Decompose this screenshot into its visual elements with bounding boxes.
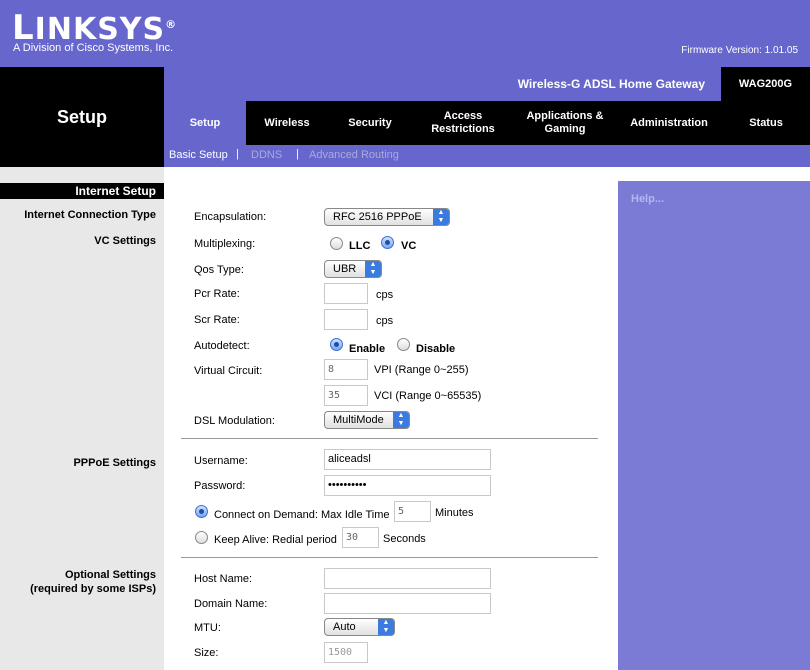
vci-input[interactable]: 35 (324, 385, 368, 406)
section-divider (181, 557, 598, 558)
pcr-rate-label: Pcr Rate: (194, 288, 240, 300)
vc-label: VC (401, 240, 417, 252)
section-divider (181, 438, 598, 439)
scr-cps-unit: cps (376, 315, 394, 327)
autodetect-label: Autodetect: (194, 340, 250, 352)
subtab-ddns[interactable]: DDNS (251, 149, 282, 161)
autodetect-enable-radio[interactable] (330, 338, 343, 351)
optional-settings-label: Optional Settings (64, 569, 156, 581)
linksys-logo: LINKSYS® (12, 8, 178, 48)
subtab-separator: | (236, 148, 239, 160)
dsl-modulation-select[interactable]: MultiMode ▲ ▼ (324, 411, 410, 429)
main-tabs: Setup Wireless Security Access Restricti… (164, 101, 810, 145)
multiplexing-label: Multiplexing: (194, 238, 256, 250)
redial-period-input[interactable]: 30 (342, 527, 379, 548)
disable-label: Disable (416, 343, 456, 355)
left-column: Internet Setup Internet Connection Type … (0, 167, 164, 670)
dsl-modulation-label: DSL Modulation: (194, 415, 275, 427)
internet-connection-type-label: Internet Connection Type (24, 209, 156, 221)
virtual-circuit-label: Virtual Circuit: (194, 365, 263, 377)
help-column: Help... (618, 167, 810, 670)
keep-alive-radio[interactable] (195, 531, 208, 544)
llc-radio[interactable] (330, 237, 343, 250)
connect-on-demand-label: Connect on Demand: Max Idle Time (214, 509, 390, 521)
vci-range-text: VCI (Range 0~65535) (374, 390, 482, 402)
mtu-label: MTU: (194, 622, 221, 634)
scr-rate-input[interactable] (324, 309, 368, 330)
dsl-modulation-value: MultiMode (333, 414, 384, 426)
tab-setup[interactable]: Setup (164, 101, 246, 145)
password-label: Password: (194, 480, 246, 492)
encapsulation-select[interactable]: RFC 2516 PPPoE ▲ ▼ (324, 208, 450, 226)
keep-alive-label: Keep Alive: Redial period (214, 534, 337, 546)
size-label: Size: (194, 647, 219, 659)
select-arrows-icon: ▲ ▼ (393, 412, 409, 428)
tab-access-restrictions-label: Access Restrictions (431, 110, 495, 135)
product-name: Wireless-G ADSL Home Gateway (517, 77, 705, 91)
division-text: A Division of Cisco Systems, Inc. (13, 42, 174, 54)
password-input[interactable]: •••••••••• (324, 475, 491, 496)
encapsulation-label: Encapsulation: (194, 211, 267, 223)
subtab-bar: Basic Setup | DDNS | Advanced Routing (164, 145, 810, 167)
username-label: Username: (194, 455, 248, 467)
header-band: LINKSYS® A Division of Cisco Systems, In… (0, 0, 810, 67)
host-name-label: Host Name: (194, 573, 253, 585)
qos-type-label: Qos Type: (194, 264, 244, 276)
vpi-input[interactable]: 8 (324, 359, 368, 380)
pppoe-settings-label: PPPoE Settings (73, 457, 156, 469)
internet-setup-heading: Internet Setup (0, 183, 164, 199)
vpi-range-text: VPI (Range 0~255) (374, 364, 469, 376)
autodetect-disable-radio[interactable] (397, 338, 410, 351)
select-arrows-icon: ▲ ▼ (365, 261, 381, 277)
qos-type-select[interactable]: UBR ▲ ▼ (324, 260, 382, 278)
domain-name-label: Domain Name: (194, 598, 268, 610)
select-arrows-icon: ▲ ▼ (433, 209, 449, 225)
minutes-unit: Minutes (435, 507, 474, 519)
scr-rate-label: Scr Rate: (194, 314, 240, 326)
tab-administration[interactable]: Administration (616, 101, 722, 145)
tab-applications-gaming[interactable]: Applications & Gaming (514, 101, 616, 145)
pcr-rate-input[interactable] (324, 283, 368, 304)
host-name-input[interactable] (324, 568, 491, 589)
enable-label: Enable (349, 343, 386, 355)
help-link[interactable]: Help... (631, 193, 664, 205)
vc-radio[interactable] (381, 236, 394, 249)
section-title: Setup (56, 106, 107, 127)
mtu-select[interactable]: Auto ▲ ▼ (324, 618, 395, 636)
mtu-size-input[interactable]: 1500 (324, 642, 368, 663)
firmware-version: Firmware Version: 1.01.05 (681, 45, 798, 56)
help-top-strip (618, 167, 810, 181)
llc-label: LLC (349, 240, 371, 252)
qos-type-value: UBR (333, 263, 357, 275)
domain-name-input[interactable] (324, 593, 491, 614)
pcr-cps-unit: cps (376, 289, 394, 301)
max-idle-time-input[interactable]: 5 (394, 501, 431, 522)
tab-security[interactable]: Security (328, 101, 412, 145)
tab-wireless[interactable]: Wireless (246, 101, 328, 145)
subtab-basic-setup[interactable]: Basic Setup (169, 149, 228, 161)
tab-status[interactable]: Status (722, 101, 810, 145)
seconds-unit: Seconds (383, 533, 426, 545)
encapsulation-value: RFC 2516 PPPoE (333, 211, 422, 223)
product-bar: Wireless-G ADSL Home Gateway (164, 67, 721, 101)
optional-settings-note: (required by some ISPs) (30, 583, 156, 595)
username-input[interactable]: aliceadsl (324, 449, 491, 470)
model-name: WAG200G (721, 67, 810, 101)
vc-settings-label: VC Settings (94, 235, 156, 247)
tab-applications-gaming-label: Applications & Gaming (526, 110, 604, 135)
mtu-value: Auto (333, 621, 356, 633)
subtab-separator: | (296, 148, 299, 160)
subtab-advanced-routing[interactable]: Advanced Routing (309, 149, 399, 161)
select-arrows-icon: ▲ ▼ (378, 619, 394, 635)
connect-on-demand-radio[interactable] (195, 505, 208, 518)
tab-access-restrictions[interactable]: Access Restrictions (412, 101, 514, 145)
